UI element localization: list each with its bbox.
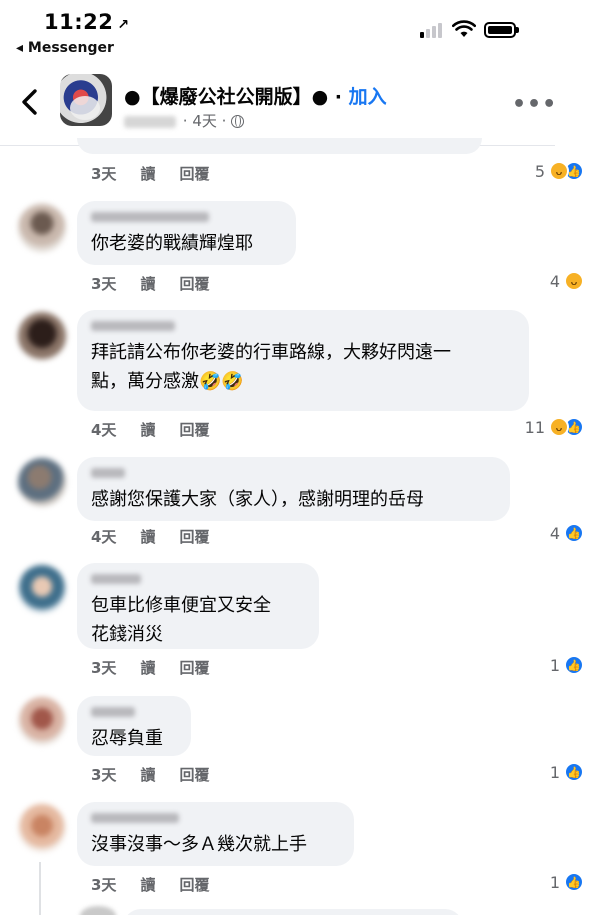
commenter-avatar[interactable] bbox=[18, 697, 66, 745]
comment-text-line: 點，萬分感激🤣🤣 bbox=[91, 371, 244, 392]
reaction-summary[interactable]: 1 👍 bbox=[550, 872, 584, 892]
comment-bubble: 感謝您保護大家（家人），感謝明理的岳母 bbox=[77, 457, 510, 521]
reply-button[interactable]: 回覆 bbox=[179, 659, 209, 677]
comment-text-line: 包車比修車便宜又安全 bbox=[91, 595, 271, 616]
globe-icon bbox=[231, 115, 245, 128]
join-group-button[interactable]: 加入 bbox=[349, 86, 387, 108]
reaction-count: 1 bbox=[549, 872, 560, 892]
cellular-signal-icon bbox=[420, 22, 446, 38]
blurred-commenter-name[interactable] bbox=[91, 468, 125, 478]
blurred-commenter-name[interactable] bbox=[91, 813, 179, 823]
read-button[interactable]: 讀 bbox=[140, 876, 155, 894]
next-comment-bubble bbox=[123, 909, 463, 915]
haha-icon: ᴗ bbox=[549, 161, 569, 181]
blurred-commenter-name[interactable] bbox=[91, 212, 209, 222]
wifi-icon bbox=[452, 20, 476, 37]
comment-actions: 4天 讀 回覆 bbox=[91, 526, 233, 547]
status-bar: 11:22 ↗ ◂ Messenger bbox=[0, 0, 600, 58]
reaction-summary[interactable]: 4 👍 bbox=[550, 523, 584, 543]
comment-age: 3天 bbox=[91, 275, 117, 293]
commenter-avatar[interactable] bbox=[18, 312, 66, 360]
group-name[interactable]: ●【爆廢公社公開版】● bbox=[124, 86, 328, 108]
blurred-commenter-name[interactable] bbox=[91, 707, 135, 717]
comment-actions: 3天 讀 回覆 bbox=[91, 764, 233, 785]
comment-text: 感謝您保護大家（家人），感謝明理的岳母 bbox=[91, 489, 424, 510]
group-title: ●【爆廢公社公開版】● · 加入 bbox=[124, 82, 387, 109]
reaction-summary[interactable]: 4 ᴗ bbox=[550, 271, 584, 291]
reaction-count: 4 bbox=[549, 271, 560, 291]
previous-comment-bubble bbox=[77, 138, 482, 154]
reaction-summary[interactable]: 11 ᴗ 👍 bbox=[525, 417, 584, 437]
blurred-poster-name bbox=[124, 115, 176, 128]
comment-actions: 3天 讀 回覆 bbox=[91, 163, 233, 184]
haha-icon: ᴗ bbox=[564, 271, 584, 291]
comment-age: 3天 bbox=[91, 766, 117, 784]
comment-text-line: 花錢消災 bbox=[91, 624, 163, 645]
read-button[interactable]: 讀 bbox=[140, 766, 155, 784]
reaction-count: 5 bbox=[534, 161, 545, 181]
read-button[interactable]: 讀 bbox=[140, 659, 155, 677]
read-button[interactable]: 讀 bbox=[140, 528, 155, 546]
reaction-count: 1 bbox=[549, 762, 560, 782]
read-button[interactable]: 讀 bbox=[140, 275, 155, 293]
status-time: 11:22 ↗ bbox=[44, 10, 130, 34]
post-header: ●【爆廢公社公開版】● · 加入 · 4天 · ••• bbox=[0, 62, 557, 142]
reply-button[interactable]: 回覆 bbox=[179, 275, 209, 293]
comment-bubble: 忍辱負重 bbox=[77, 696, 191, 756]
clock-text: 11:22 bbox=[44, 10, 114, 34]
commenter-avatar[interactable] bbox=[18, 804, 66, 852]
comment-bubble: 包車比修車便宜又安全 花錢消災 bbox=[77, 563, 319, 649]
reply-button[interactable]: 回覆 bbox=[179, 421, 209, 439]
comment-age: 3天 bbox=[91, 659, 117, 677]
reply-button[interactable]: 回覆 bbox=[179, 876, 209, 894]
reaction-summary[interactable]: 1 👍 bbox=[550, 762, 584, 782]
blurred-commenter-name[interactable] bbox=[91, 574, 141, 584]
comment-actions: 3天 讀 回覆 bbox=[91, 273, 233, 294]
comment-text: 忍辱負重 bbox=[91, 728, 163, 749]
battery-icon bbox=[484, 22, 519, 38]
like-icon: 👍 bbox=[564, 872, 584, 892]
comment-age: 4天 bbox=[91, 421, 117, 439]
reaction-summary[interactable]: 1 👍 bbox=[550, 655, 584, 675]
reaction-count: 1 bbox=[549, 655, 560, 675]
comment-actions: 4天 讀 回覆 bbox=[91, 419, 233, 440]
reply-button[interactable]: 回覆 bbox=[179, 165, 209, 183]
like-icon: 👍 bbox=[564, 655, 584, 675]
like-icon: 👍 bbox=[564, 523, 584, 543]
comment-bubble: 你老婆的戰績輝煌耶 bbox=[77, 201, 296, 265]
comment-age: 3天 bbox=[91, 876, 117, 894]
comment-bubble: 拜託請公布你老婆的行車路線，大夥好閃遠一 點，萬分感激🤣🤣 bbox=[77, 310, 529, 411]
post-age: · 4天 · bbox=[182, 112, 227, 130]
read-button[interactable]: 讀 bbox=[140, 165, 155, 183]
commenter-avatar[interactable] bbox=[18, 204, 66, 252]
comment-text-line: 拜託請公布你老婆的行車路線，大夥好閃遠一 bbox=[91, 342, 451, 363]
like-icon: 👍 bbox=[564, 762, 584, 782]
commenter-avatar[interactable] bbox=[18, 458, 66, 506]
post-meta: · 4天 · bbox=[124, 110, 245, 131]
comment-age: 3天 bbox=[91, 165, 117, 183]
comment-text: 沒事沒事～多Ａ幾次就上手 bbox=[91, 834, 307, 855]
comment-bubble: 沒事沒事～多Ａ幾次就上手 bbox=[77, 802, 354, 866]
title-separator: · bbox=[334, 86, 343, 108]
reply-avatar[interactable] bbox=[80, 906, 116, 915]
group-avatar[interactable] bbox=[60, 74, 112, 126]
more-options-icon[interactable]: ••• bbox=[512, 92, 557, 117]
back-chevron-icon[interactable] bbox=[18, 88, 42, 116]
comment-actions: 3天 讀 回覆 bbox=[91, 874, 233, 895]
commenter-avatar[interactable] bbox=[18, 565, 66, 613]
haha-icon: ᴗ bbox=[549, 417, 569, 437]
comment-actions: 3天 讀 回覆 bbox=[91, 657, 233, 678]
reaction-count: 4 bbox=[549, 523, 560, 543]
comment-age: 4天 bbox=[91, 528, 117, 546]
comment-text: 你老婆的戰績輝煌耶 bbox=[91, 233, 253, 254]
read-button[interactable]: 讀 bbox=[140, 421, 155, 439]
reaction-summary[interactable]: 5 ᴗ 👍 bbox=[535, 161, 584, 181]
reply-button[interactable]: 回覆 bbox=[179, 528, 209, 546]
reply-thread-line bbox=[39, 862, 41, 915]
reaction-count: 11 bbox=[524, 417, 545, 437]
reply-button[interactable]: 回覆 bbox=[179, 766, 209, 784]
blurred-commenter-name[interactable] bbox=[91, 321, 175, 331]
location-arrow-icon: ↗ bbox=[117, 17, 130, 33]
back-to-messenger-link[interactable]: ◂ Messenger bbox=[16, 40, 114, 56]
